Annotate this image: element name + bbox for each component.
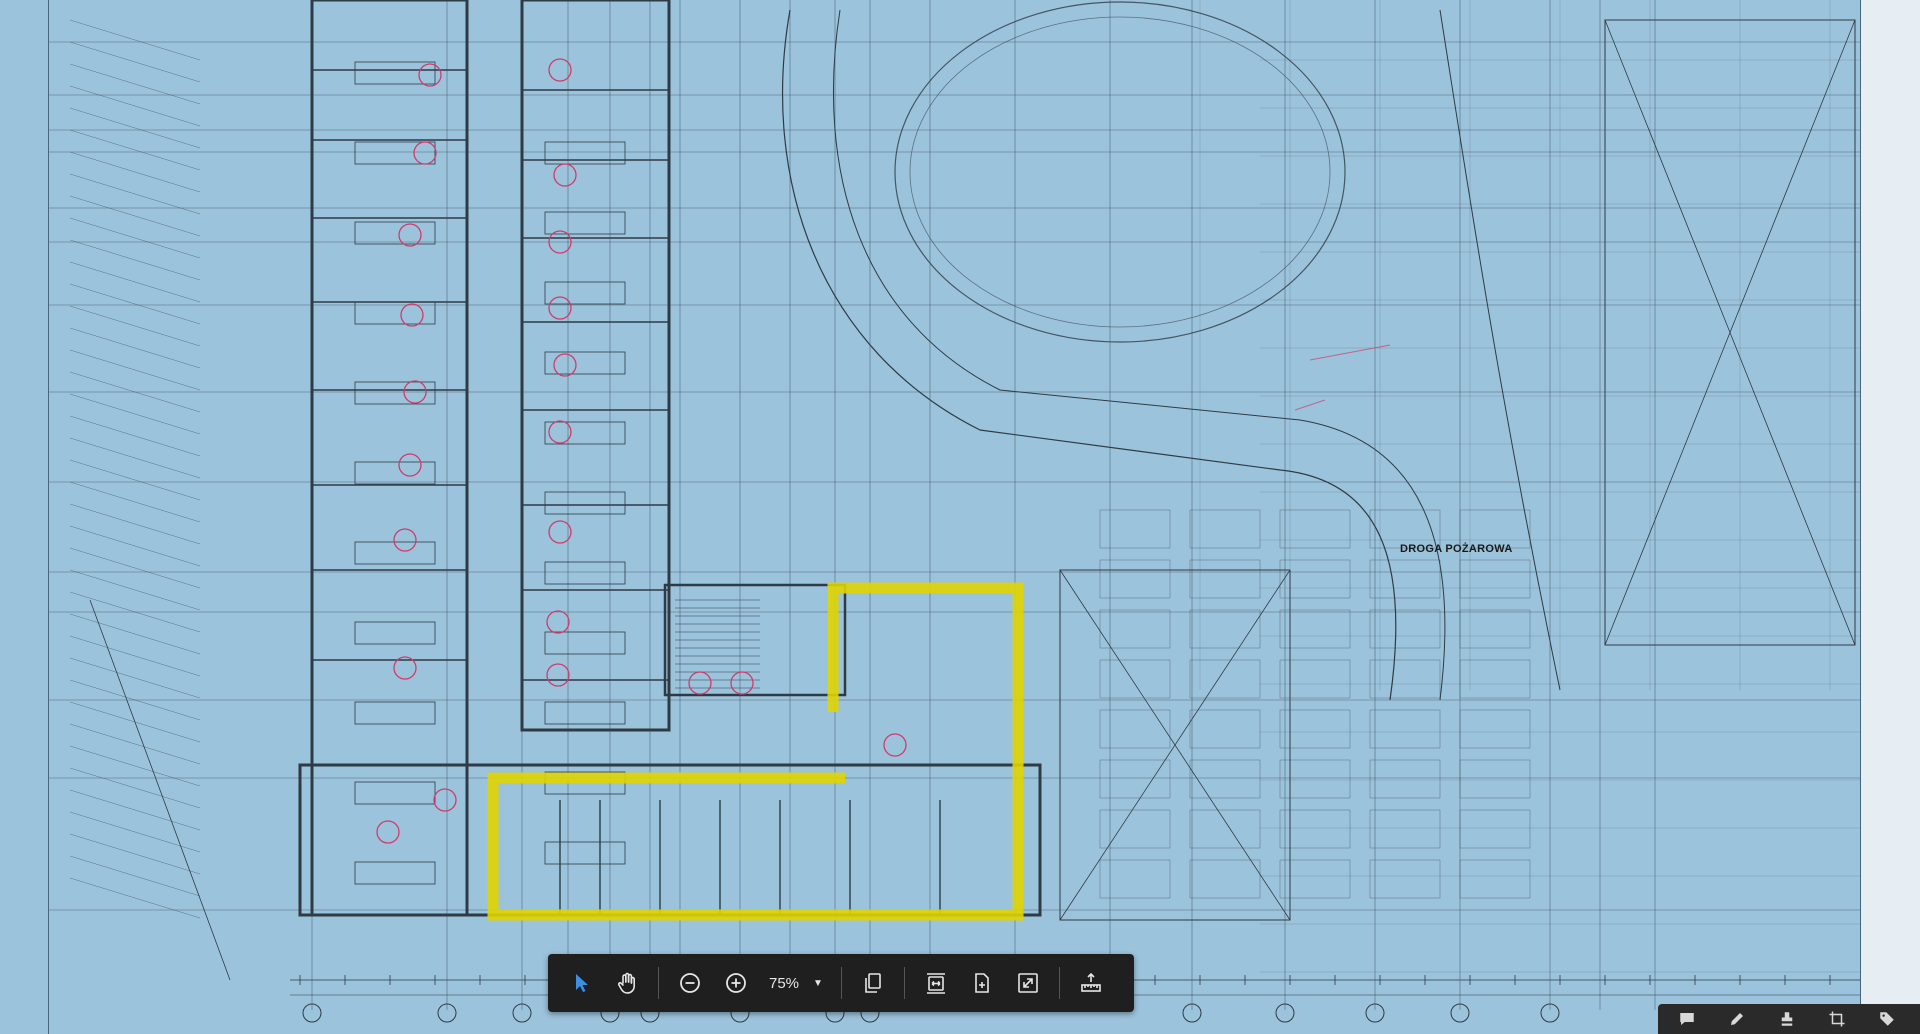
zoom-in-button[interactable] [716, 963, 756, 1003]
pencil-icon [1731, 1013, 1743, 1025]
right-margin [1860, 0, 1920, 1034]
chevron-down-icon: ▼ [813, 977, 823, 989]
toolbar-separator [658, 967, 659, 999]
zoom-level-dropdown[interactable]: 75% ▼ [759, 963, 833, 1003]
ruler-icon [1081, 972, 1101, 992]
comment-icon [1680, 1013, 1694, 1025]
toolbar-separator [840, 967, 842, 999]
tag-icon [1880, 1012, 1894, 1026]
cursor-arrow-icon [576, 974, 588, 992]
draw-button[interactable] [1726, 1008, 1748, 1030]
page-view-button[interactable] [853, 963, 893, 1003]
annotation-panel [1658, 1004, 1920, 1034]
left-margin [0, 0, 49, 1034]
comment-button[interactable] [1676, 1008, 1698, 1030]
crop-button[interactable] [1826, 1008, 1848, 1030]
zoom-level-value: 75% [769, 974, 800, 992]
hand-icon [617, 972, 635, 994]
pan-tool-button[interactable] [607, 963, 647, 1003]
fullscreen-button[interactable] [1008, 963, 1048, 1003]
toolbar-separator [903, 967, 905, 999]
fit-width-button[interactable] [916, 963, 956, 1003]
stamp-button[interactable] [1776, 1008, 1798, 1030]
zoom-out-icon [680, 973, 700, 993]
expand-icon [1018, 973, 1038, 993]
fire-road-label: DROGA POŻAROWA [1400, 543, 1513, 555]
toolbar-separator [1058, 967, 1060, 999]
viewer-toolbar: 75% ▼ [548, 954, 1134, 1012]
document-viewer[interactable]: DROGA POŻAROWA [0, 0, 1920, 1034]
settings-button[interactable] [1876, 1008, 1898, 1030]
select-tool-button[interactable] [561, 963, 601, 1003]
fit-page-button[interactable] [962, 963, 1002, 1003]
pages-icon [865, 973, 881, 993]
fit-width-icon [926, 973, 945, 994]
zoom-out-button[interactable] [670, 963, 710, 1003]
stamp-icon [1781, 1012, 1793, 1026]
crop-icon [1829, 1011, 1845, 1027]
fit-page-icon [975, 973, 989, 993]
measure-button[interactable] [1071, 963, 1111, 1003]
zoom-in-icon [726, 973, 746, 993]
floor-plan-drawing [48, 0, 1860, 1023]
